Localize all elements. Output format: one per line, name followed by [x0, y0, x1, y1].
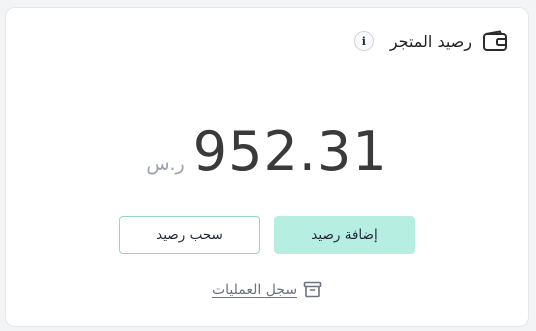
card-header: رصيد المتجر i [353, 30, 508, 52]
add-balance-button[interactable]: إضافة رصيد [274, 216, 415, 254]
wallet-icon [482, 30, 508, 52]
card-title: رصيد المتجر [389, 31, 472, 51]
currency-label: ر.س [146, 153, 185, 175]
info-icon[interactable]: i [353, 31, 374, 51]
store-balance-card: رصيد المتجر i ر.س 952.31 إضافة رصيد سحب … [5, 7, 529, 327]
withdraw-balance-button[interactable]: سحب رصيد [119, 216, 260, 254]
balance-display: ر.س 952.31 [6, 120, 528, 183]
balance-amount: 952.31 [192, 120, 388, 183]
archive-icon [303, 281, 322, 298]
action-buttons: إضافة رصيد سحب رصيد [6, 216, 528, 254]
history-label: سجل العمليات [211, 281, 298, 298]
transaction-history-link[interactable]: سجل العمليات [6, 281, 528, 298]
